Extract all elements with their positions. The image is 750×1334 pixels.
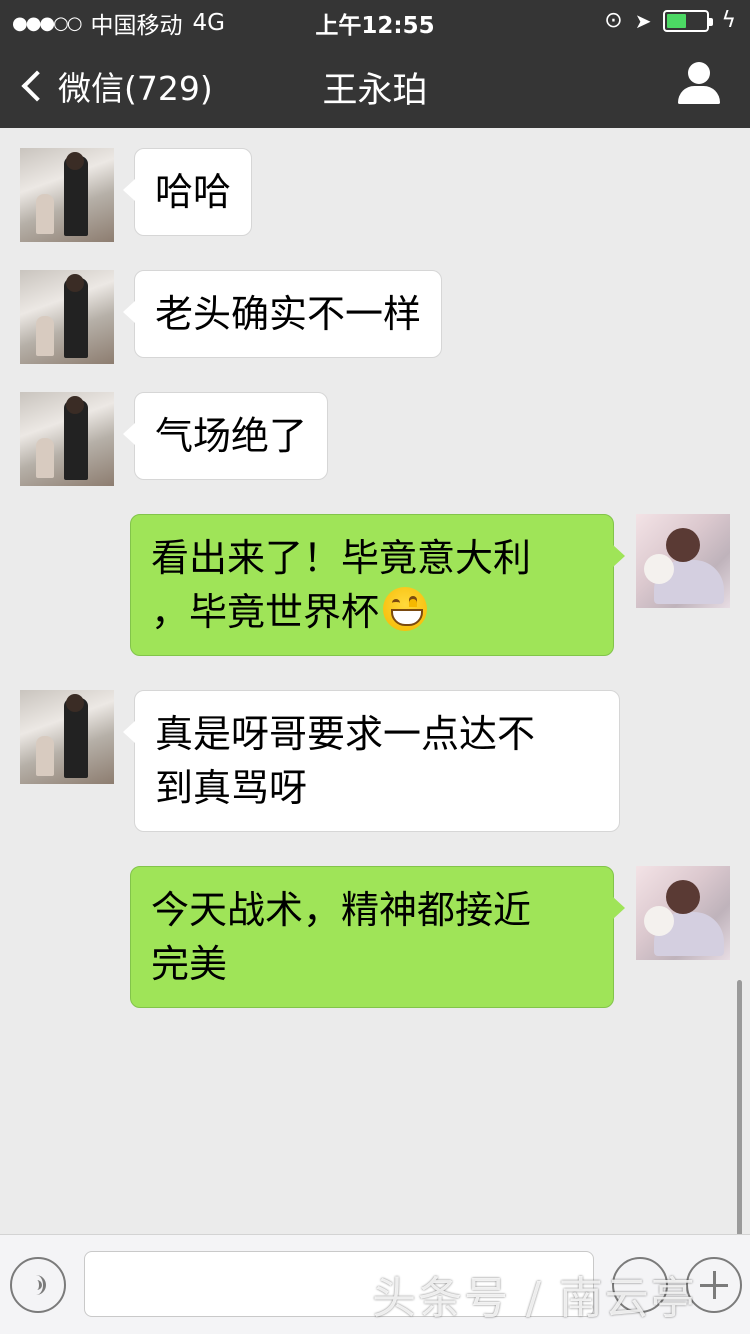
message-text-line: 今天战术，精神都接近 [151, 888, 532, 932]
voice-button[interactable] [10, 1257, 66, 1313]
back-label: 微信(729) [58, 69, 213, 108]
status-right: ⊙ ➤ ϟ [604, 8, 736, 33]
plus-button[interactable] [686, 1257, 742, 1313]
battery-fill [667, 13, 687, 28]
chat-area[interactable]: 哈哈 老头确实不一样 气场绝了 看出来了！毕竟意大利 ，毕竟世界杯 真是呀哥要求… [0, 128, 750, 1334]
incoming-message[interactable]: 老头确实不一样 [122, 270, 443, 358]
rotation-lock-icon: ⊙ [604, 8, 623, 33]
contact-avatar[interactable] [20, 392, 114, 486]
nav-bar: 微信(729) 王永珀 [0, 40, 750, 128]
my-avatar[interactable] [636, 866, 730, 960]
contact-avatar[interactable] [20, 270, 114, 364]
top-bar: ●●●○○ 中国移动 4G 上午12:55 ⊙ ➤ ϟ 微信(729) 王永珀 [0, 0, 750, 128]
message-text-line: 完美 [151, 942, 228, 986]
message-text-line: ，毕竟世界杯 [151, 585, 593, 639]
my-avatar[interactable] [636, 514, 730, 608]
profile-button[interactable] [678, 62, 720, 106]
message-text-line: 到真骂呀 [155, 766, 308, 810]
incoming-message[interactable]: 真是呀哥要求一点达不 到真骂呀 [123, 690, 620, 832]
grin-emoji-icon [383, 587, 428, 631]
outgoing-message[interactable]: 看出来了！毕竟意大利 ，毕竟世界杯 [130, 514, 625, 656]
message-text-line: 看出来了！毕竟意大利 [151, 536, 532, 580]
chevron-left-icon [21, 70, 53, 102]
message-text-line: 真是呀哥要求一点达不 [155, 712, 536, 756]
charging-icon: ϟ [721, 8, 736, 33]
message-text: 气场绝了 [155, 414, 308, 458]
contact-avatar[interactable] [20, 148, 114, 242]
user-icon [688, 62, 710, 84]
emoji-button[interactable] [612, 1257, 668, 1313]
message-text: 老头确实不一样 [155, 292, 422, 336]
message-input[interactable] [84, 1251, 594, 1317]
incoming-message[interactable]: 哈哈 [122, 148, 253, 236]
input-bar [0, 1234, 750, 1334]
location-icon: ➤ [634, 8, 652, 33]
battery-icon [663, 9, 714, 32]
contact-avatar[interactable] [20, 690, 114, 784]
status-bar: ●●●○○ 中国移动 4G 上午12:55 ⊙ ➤ ϟ [0, 0, 750, 40]
incoming-message[interactable]: 气场绝了 [122, 392, 329, 480]
outgoing-message[interactable]: 今天战术，精神都接近 完美 [130, 866, 625, 1008]
back-button[interactable]: 微信(729) [18, 62, 213, 110]
message-text: 哈哈 [155, 170, 232, 214]
